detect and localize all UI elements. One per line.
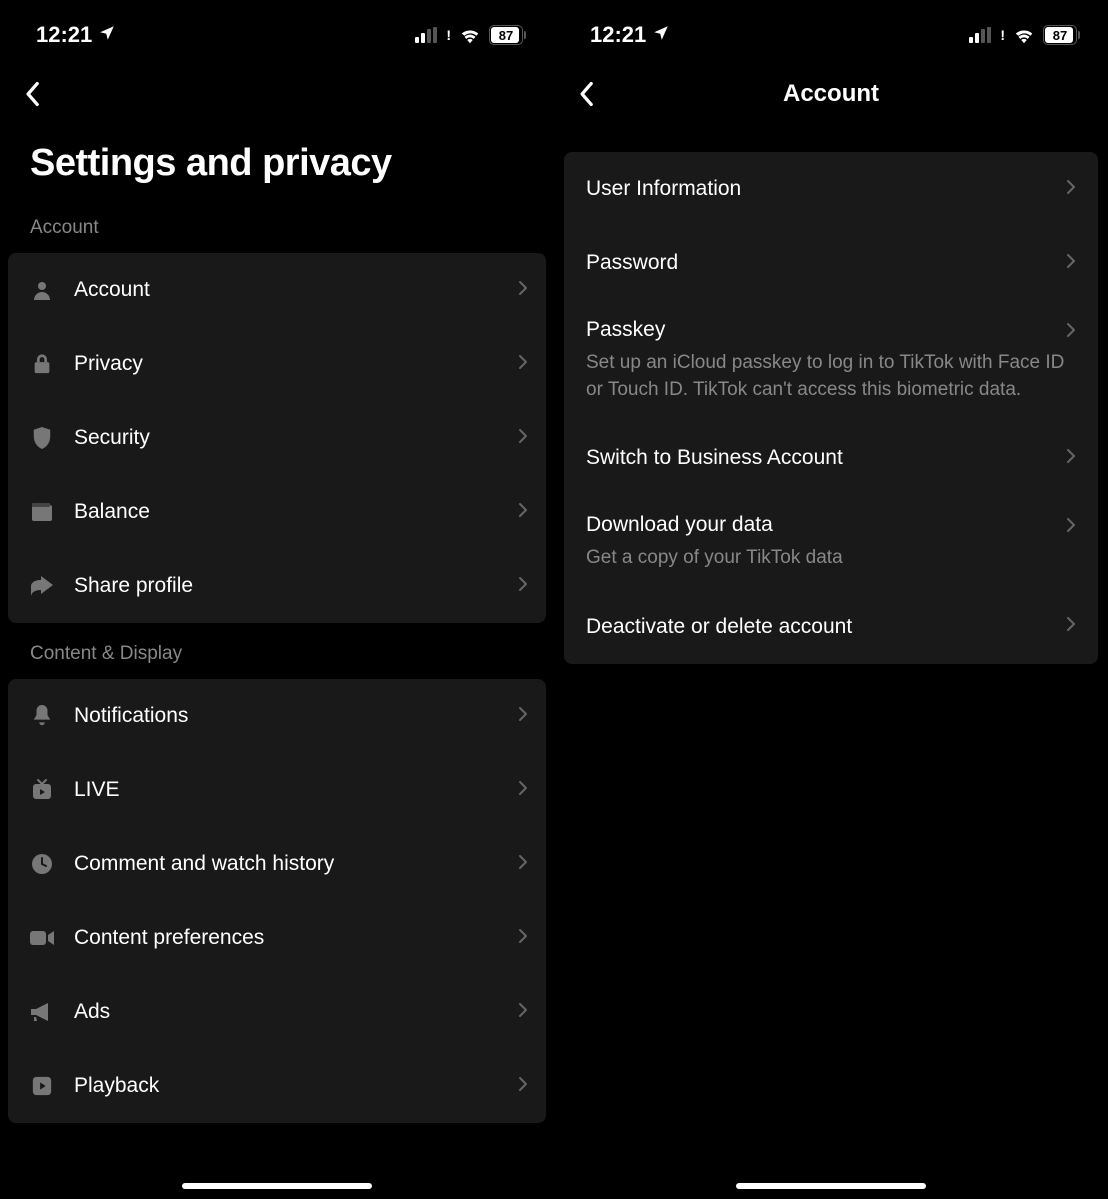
row-comment-history[interactable]: Comment and watch history — [8, 827, 546, 901]
row-user-information[interactable]: User Information — [564, 152, 1098, 226]
battery-icon: 87 — [489, 25, 526, 45]
content-card: Notifications LIVE Comment and watch his… — [8, 679, 546, 1123]
row-label: Password — [586, 251, 1066, 275]
row-content-preferences[interactable]: Content preferences — [8, 901, 546, 975]
nav-bar — [0, 64, 554, 124]
row-label: LIVE — [74, 778, 518, 802]
screen-account: 12:21 ! 87 Account — [554, 0, 1108, 1199]
status-time: 12:21 — [36, 22, 92, 48]
chevron-right-icon — [1066, 322, 1076, 343]
home-indicator[interactable] — [182, 1183, 372, 1189]
signal-alert-icon: ! — [446, 27, 451, 43]
row-label: Share profile — [74, 574, 518, 598]
row-download-data[interactable]: Download your data Get a copy of your Ti… — [564, 495, 1098, 590]
row-switch-business[interactable]: Switch to Business Account — [564, 421, 1098, 495]
location-arrow-icon — [652, 22, 670, 48]
wifi-icon — [459, 26, 481, 44]
status-left: 12:21 — [36, 22, 116, 48]
clock-icon — [28, 850, 56, 878]
page-title: Settings and privacy — [0, 124, 554, 211]
cellular-signal-icon — [969, 27, 991, 43]
account-settings-card: User Information Password Passkey Set up… — [564, 152, 1098, 664]
row-label: Deactivate or delete account — [586, 615, 1066, 639]
chevron-right-icon — [1066, 517, 1076, 538]
chevron-right-icon — [1066, 616, 1076, 637]
row-live[interactable]: LIVE — [8, 753, 546, 827]
wifi-icon — [1013, 26, 1035, 44]
chevron-right-icon — [518, 706, 528, 727]
status-right: ! 87 — [415, 25, 526, 45]
chevron-right-icon — [518, 502, 528, 523]
row-balance[interactable]: Balance — [8, 475, 546, 549]
person-icon — [28, 276, 56, 304]
megaphone-icon — [28, 998, 56, 1026]
row-label: User Information — [586, 177, 1066, 201]
row-label: Privacy — [74, 352, 518, 376]
share-icon — [28, 572, 56, 600]
chevron-right-icon — [518, 1002, 528, 1023]
row-label: Security — [74, 426, 518, 450]
row-description: Get a copy of your TikTok data — [586, 545, 843, 572]
row-password[interactable]: Password — [564, 226, 1098, 300]
row-label: Balance — [74, 500, 518, 524]
row-privacy[interactable]: Privacy — [8, 327, 546, 401]
row-label: Passkey — [586, 318, 665, 342]
row-label: Content preferences — [74, 926, 518, 950]
account-card: Account Privacy Security — [8, 253, 546, 623]
status-time: 12:21 — [590, 22, 646, 48]
chevron-right-icon — [518, 576, 528, 597]
play-icon — [28, 1072, 56, 1100]
chevron-right-icon — [518, 280, 528, 301]
row-deactivate-delete[interactable]: Deactivate or delete account — [564, 590, 1098, 664]
chevron-right-icon — [518, 928, 528, 949]
row-description: Set up an iCloud passkey to log in to Ti… — [586, 350, 1066, 403]
wallet-icon — [28, 498, 56, 526]
status-bar: 12:21 ! 87 — [0, 0, 554, 64]
status-right: ! 87 — [969, 25, 1080, 45]
lock-icon — [28, 350, 56, 378]
row-account[interactable]: Account — [8, 253, 546, 327]
section-header-content: Content & Display — [0, 623, 554, 679]
row-security[interactable]: Security — [8, 401, 546, 475]
row-label: Switch to Business Account — [586, 446, 1066, 470]
back-button[interactable] — [18, 80, 46, 108]
row-label: Download your data — [586, 513, 773, 537]
battery-icon: 87 — [1043, 25, 1080, 45]
chevron-right-icon — [518, 854, 528, 875]
nav-bar: Account — [554, 64, 1108, 124]
row-label: Playback — [74, 1074, 518, 1098]
nav-title: Account — [554, 80, 1108, 108]
row-label: Comment and watch history — [74, 852, 518, 876]
chevron-right-icon — [518, 780, 528, 801]
row-playback[interactable]: Playback — [8, 1049, 546, 1123]
chevron-right-icon — [1066, 253, 1076, 274]
tv-icon — [28, 776, 56, 804]
row-passkey[interactable]: Passkey Set up an iCloud passkey to log … — [564, 300, 1098, 421]
status-left: 12:21 — [590, 22, 670, 48]
chevron-right-icon — [518, 1076, 528, 1097]
section-header-account: Account — [0, 211, 554, 253]
chevron-right-icon — [518, 428, 528, 449]
location-arrow-icon — [98, 22, 116, 48]
bell-icon — [28, 702, 56, 730]
status-bar: 12:21 ! 87 — [554, 0, 1108, 64]
home-indicator[interactable] — [736, 1183, 926, 1189]
chevron-right-icon — [1066, 179, 1076, 200]
screen-settings: 12:21 ! 87 Setting — [0, 0, 554, 1199]
chevron-right-icon — [518, 354, 528, 375]
row-notifications[interactable]: Notifications — [8, 679, 546, 753]
row-label: Account — [74, 278, 518, 302]
shield-icon — [28, 424, 56, 452]
signal-alert-icon: ! — [1000, 27, 1005, 43]
back-button[interactable] — [572, 80, 600, 108]
cellular-signal-icon — [415, 27, 437, 43]
row-ads[interactable]: Ads — [8, 975, 546, 1049]
chevron-right-icon — [1066, 448, 1076, 469]
row-share-profile[interactable]: Share profile — [8, 549, 546, 623]
row-label: Notifications — [74, 704, 518, 728]
row-label: Ads — [74, 1000, 518, 1024]
video-icon — [28, 924, 56, 952]
